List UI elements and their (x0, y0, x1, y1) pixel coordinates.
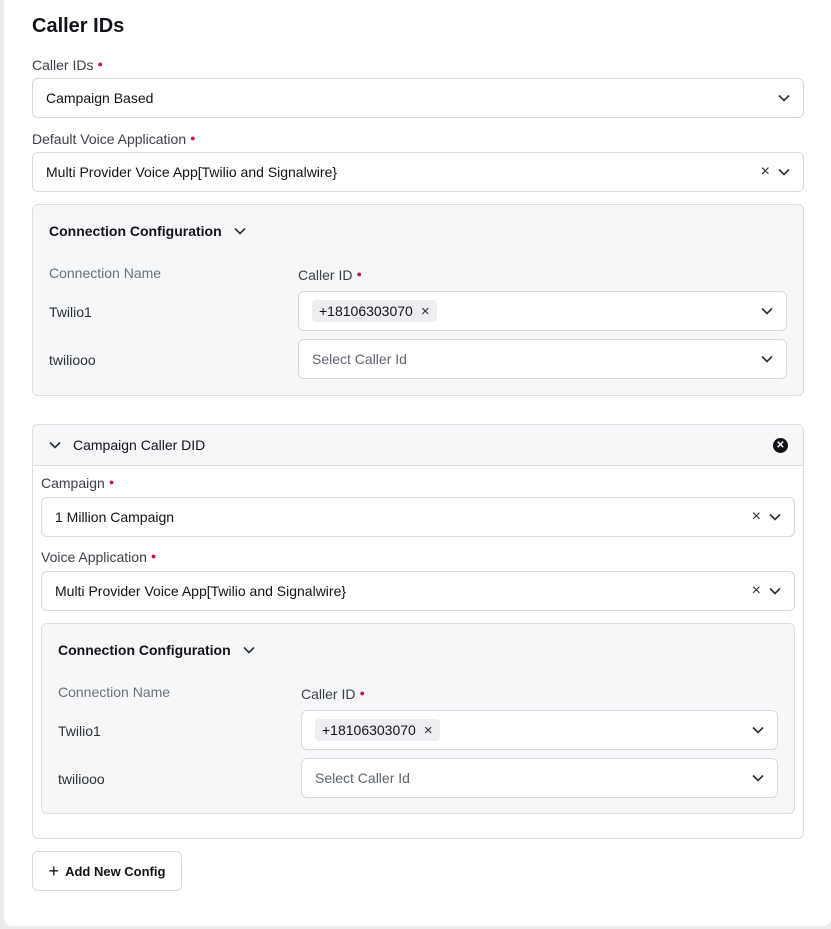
remove-tag-icon[interactable]: × (424, 723, 433, 738)
caller-id-placeholder: Select Caller Id (315, 770, 410, 786)
campaign-select[interactable]: 1 Million Campaign × (41, 497, 795, 537)
campaign-value: 1 Million Campaign (55, 509, 175, 525)
clear-icon[interactable]: × (752, 583, 761, 599)
voice-app-label-text: Voice Application (41, 549, 147, 565)
connection-row-name: Twilio1 (49, 304, 92, 320)
connection-row-name: twiliooo (58, 771, 105, 787)
connection-config-toggle[interactable]: Connection Configuration (58, 642, 255, 658)
chevron-down-icon (243, 646, 255, 654)
chevron-down-icon (49, 441, 61, 449)
connection-name-header: Connection Name (58, 684, 171, 700)
chevron-down-icon (769, 513, 781, 521)
caller-id-header-text: Caller ID (301, 686, 356, 702)
add-new-config-button[interactable]: + Add New Config (32, 851, 182, 891)
caller-id-placeholder: Select Caller Id (312, 351, 407, 367)
connection-config-title: Connection Configuration (49, 223, 222, 239)
required-dot: ● (356, 269, 362, 279)
clear-icon[interactable]: × (752, 509, 761, 525)
voice-app-label: Voice Application ● (41, 549, 156, 565)
campaign-panel-title: Campaign Caller DID (73, 437, 206, 453)
chevron-down-icon (234, 227, 246, 235)
connection-name-header: Connection Name (49, 265, 162, 281)
caller-id-tag-text: +18106303070 (319, 303, 413, 319)
connection-config-title: Connection Configuration (58, 642, 231, 658)
caller-id-select[interactable]: Select Caller Id (298, 339, 787, 379)
clear-icon[interactable]: × (761, 164, 770, 180)
caller-ids-value: Campaign Based (46, 90, 154, 106)
caller-ids-select[interactable]: Campaign Based (32, 78, 804, 118)
chevron-down-icon (752, 774, 764, 782)
plus-icon: + (48, 861, 60, 881)
caller-id-header: Caller ID ● (298, 267, 362, 283)
caller-id-header: Caller ID ● (301, 686, 365, 702)
caller-id-tag: +18106303070 × (315, 719, 440, 741)
campaign-connection-config-card: Connection Configuration Connection Name… (41, 623, 795, 814)
voice-app-value: Multi Provider Voice App[Twilio and Sign… (55, 583, 347, 599)
chevron-down-icon (778, 94, 790, 102)
caller-id-header-text: Caller ID (298, 267, 353, 283)
add-new-config-label: Add New Config (65, 863, 166, 879)
caller-id-tags: +18106303070 × (315, 719, 752, 741)
default-voice-app-label-text: Default Voice Application (32, 131, 187, 147)
chevron-down-icon (761, 355, 773, 363)
caller-id-select[interactable]: +18106303070 × (301, 710, 778, 750)
remove-tag-icon[interactable]: × (421, 304, 430, 319)
caller-id-tag-text: +18106303070 (322, 722, 416, 738)
caller-id-tags: +18106303070 × (312, 300, 761, 322)
caller-ids-label: Caller IDs ● (32, 57, 103, 73)
chevron-down-icon (761, 307, 773, 315)
default-voice-app-value: Multi Provider Voice App[Twilio and Sign… (46, 164, 338, 180)
campaign-label-text: Campaign (41, 475, 105, 491)
voice-app-select[interactable]: Multi Provider Voice App[Twilio and Sign… (41, 571, 795, 611)
connection-config-toggle[interactable]: Connection Configuration (49, 223, 246, 239)
caller-id-select[interactable]: Select Caller Id (301, 758, 778, 798)
connection-row-name: Twilio1 (58, 723, 101, 739)
required-dot: ● (108, 477, 115, 487)
caller-id-tag: +18106303070 × (312, 300, 437, 322)
campaign-panel-toggle[interactable]: Campaign Caller DID (49, 437, 205, 453)
campaign-caller-did-panel: Campaign Caller DID ✕ Campaign ● 1 Millio… (32, 424, 804, 839)
chevron-down-icon (769, 587, 781, 595)
caller-ids-page: Caller IDs Caller IDs ● Campaign Based De… (4, 0, 831, 926)
default-voice-app-label: Default Voice Application ● (32, 131, 196, 147)
page-title: Caller IDs (32, 15, 125, 37)
required-dot: ● (190, 133, 196, 143)
connection-row-name: twiliooo (49, 352, 96, 368)
chevron-down-icon (778, 168, 790, 176)
connection-config-card: Connection Configuration Connection Name… (32, 204, 804, 396)
required-dot: ● (97, 59, 103, 69)
required-dot: ● (150, 551, 157, 561)
caller-id-select[interactable]: +18106303070 × (298, 291, 787, 331)
campaign-panel-header[interactable]: Campaign Caller DID ✕ (33, 425, 803, 466)
default-voice-app-select[interactable]: Multi Provider Voice App[Twilio and Sign… (32, 152, 804, 192)
chevron-down-icon (752, 726, 764, 734)
caller-ids-label-text: Caller IDs (32, 57, 94, 73)
required-dot: ● (359, 688, 365, 698)
remove-config-icon[interactable]: ✕ (773, 438, 788, 453)
campaign-label: Campaign ● (41, 475, 114, 491)
